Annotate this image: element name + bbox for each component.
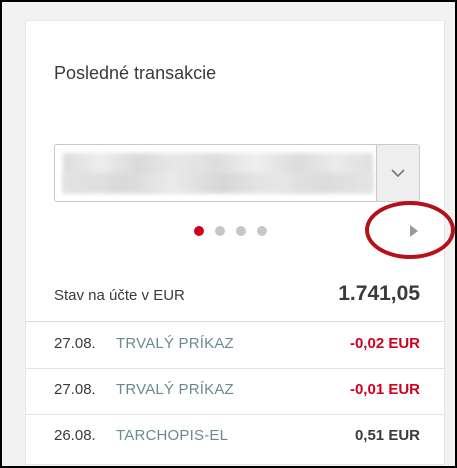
pager-dot-4[interactable] [257, 226, 267, 236]
recent-transactions-widget: Posledné transakcie Stav na účte v EUR 1… [25, 20, 455, 465]
transaction-amount: -0,01 EUR [349, 381, 420, 398]
transaction-date: 27.08. [54, 335, 96, 352]
balance-row: Stav na účte v EUR 1.741,05 [26, 269, 444, 322]
account-select-subvalue-redacted [63, 173, 373, 193]
balance-value: 1.741,05 [338, 282, 420, 305]
transaction-row[interactable]: 26.08. TARCHOPIS-EL 0,51 EUR [26, 414, 444, 460]
pager-dot-1[interactable] [194, 226, 204, 236]
pager-dot-3[interactable] [236, 226, 246, 236]
transaction-row[interactable]: 27.08. TRVALÝ PRÍKAZ -0,02 EUR [26, 322, 444, 369]
account-select[interactable] [54, 144, 420, 202]
transaction-date: 26.08. [54, 427, 96, 444]
chevron-down-icon [391, 168, 405, 177]
screenshot-frame: Posledné transakcie Stav na účte v EUR 1… [0, 0, 457, 468]
pager-dots [194, 226, 267, 236]
triangle-right-icon [409, 225, 418, 237]
transaction-date: 27.08. [54, 381, 96, 398]
transaction-description: TRVALÝ PRÍKAZ [116, 335, 234, 352]
transaction-row[interactable]: 27.08. TRVALÝ PRÍKAZ -0,01 EUR [26, 368, 444, 415]
transaction-amount: -0,02 EUR [349, 335, 420, 352]
next-page-button[interactable] [403, 221, 423, 241]
transaction-description: TRVALÝ PRÍKAZ [116, 381, 234, 398]
transaction-amount: 0,51 EUR [354, 427, 420, 444]
transaction-description: TARCHOPIS-EL [116, 427, 229, 444]
balance-label: Stav na účte v EUR [54, 287, 185, 304]
pager-dot-2[interactable] [215, 226, 225, 236]
account-select-toggle[interactable] [376, 145, 419, 201]
widget-title: Posledné transakcie [54, 63, 217, 83]
